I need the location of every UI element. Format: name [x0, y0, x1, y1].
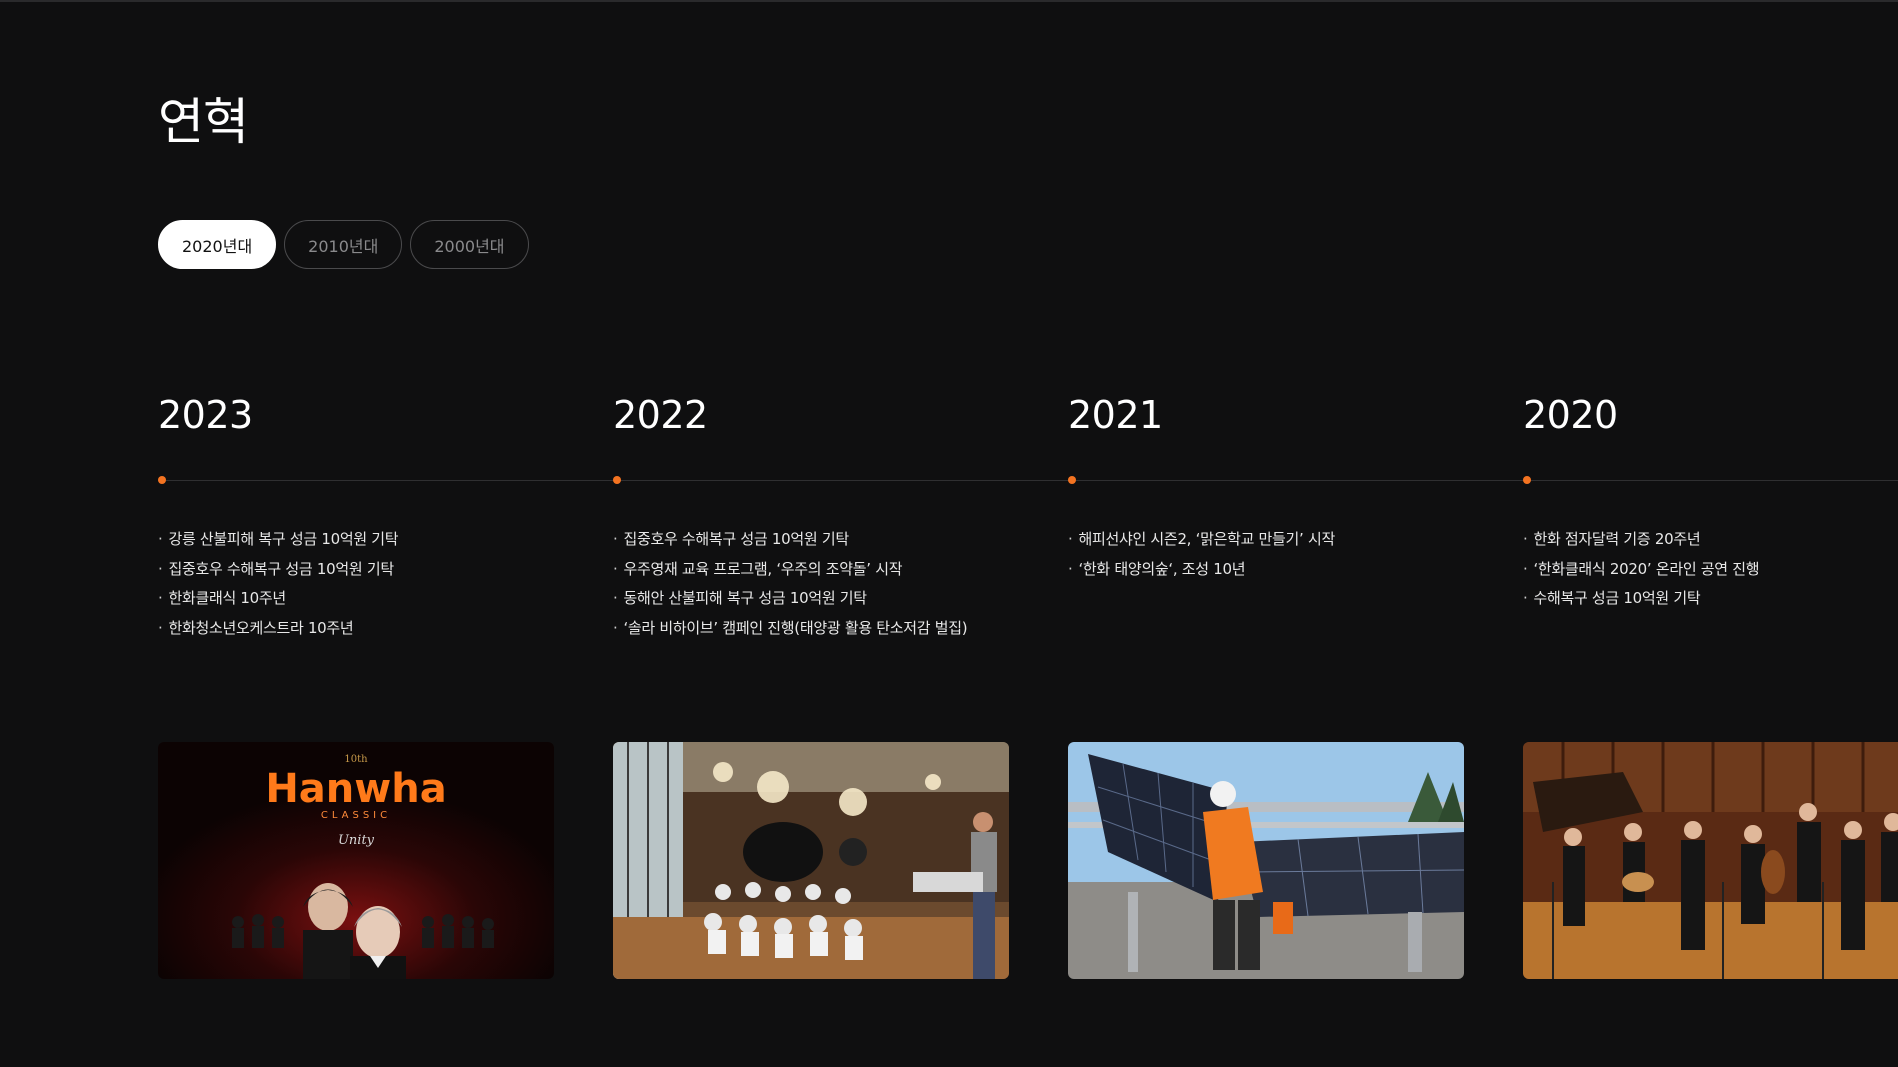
poster-script-text: Unity	[338, 833, 375, 848]
timeline-column-2020: 2020 한화 점자달력 기증 20주년 ‘한화클래식 2020’ 온라인 공연…	[1523, 390, 1898, 1010]
year-label: 2023	[158, 393, 253, 437]
event-list: 강릉 산불피해 복구 성금 10억원 기탁 집중호우 수해복구 성금 10억원 …	[158, 525, 398, 643]
event-item: 한화 점자달력 기증 20주년	[1523, 525, 1759, 555]
event-item: 동해안 산불피해 복구 성금 10억원 기탁	[613, 584, 967, 614]
poster-badge-text: 10th	[344, 754, 368, 765]
timeline-column-2023: 2023 강릉 산불피해 복구 성금 10억원 기탁 집중호우 수해복구 성금 …	[158, 390, 554, 1010]
timeline-dot	[613, 476, 621, 484]
top-divider	[0, 0, 1898, 2]
event-list: 해피선샤인 시즌2, ‘맑은학교 만들기’ 시작 ‘한화 태양의숲‘, 조성 1…	[1068, 525, 1335, 584]
year-label: 2021	[1068, 393, 1163, 437]
event-item: ‘한화 태양의숲‘, 조성 10년	[1068, 555, 1335, 585]
timeline-dot	[1068, 476, 1076, 484]
event-item: 수해복구 성금 10억원 기탁	[1523, 584, 1759, 614]
timeline-dot	[1523, 476, 1531, 484]
year-label: 2020	[1523, 393, 1618, 437]
event-item: ‘한화클래식 2020’ 온라인 공연 진행	[1523, 555, 1759, 585]
hanwha-classic-poster-image: 10th Hanwha CLASSIC Unity	[158, 742, 554, 979]
tab-2010s[interactable]: 2010년대	[284, 220, 403, 269]
event-item: ‘솔라 비하이브’ 캠페인 진행(태양광 활용 탄소저감 벌집)	[613, 614, 967, 644]
event-item: 한화청소년오케스트라 10주년	[158, 614, 398, 644]
history-page: 연혁 2020년대 2010년대 2000년대 2023 강릉 산불피해 복구 …	[0, 0, 1898, 1067]
tab-2000s[interactable]: 2000년대	[410, 220, 529, 269]
tab-2020s[interactable]: 2020년대	[158, 220, 277, 269]
event-list: 한화 점자달력 기증 20주년 ‘한화클래식 2020’ 온라인 공연 진행 수…	[1523, 525, 1759, 614]
orchestra-photo-image	[1523, 742, 1898, 979]
event-item: 집중호우 수해복구 성금 10억원 기탁	[613, 525, 967, 555]
timeline-column-2022: 2022 집중호우 수해복구 성금 10억원 기탁 우주영재 교육 프로그램, …	[613, 390, 1009, 1010]
event-item: 해피선샤인 시즌2, ‘맑은학교 만들기’ 시작	[1068, 525, 1335, 555]
event-item: 우주영재 교육 프로그램, ‘우주의 조약돌’ 시작	[613, 555, 967, 585]
event-list: 집중호우 수해복구 성금 10억원 기탁 우주영재 교육 프로그램, ‘우주의 …	[613, 525, 967, 643]
solar-panel-photo-image	[1068, 742, 1464, 979]
event-item: 한화클래식 10주년	[158, 584, 398, 614]
timeline: 2023 강릉 산불피해 복구 성금 10억원 기탁 집중호우 수해복구 성금 …	[158, 390, 1898, 1010]
page-title: 연혁	[158, 93, 249, 151]
decade-tabs: 2020년대 2010년대 2000년대	[158, 220, 529, 269]
classroom-photo-image	[613, 742, 1009, 979]
timeline-dot	[158, 476, 166, 484]
poster-logo-text: Hanwha	[265, 766, 446, 812]
timeline-column-2021: 2021 해피선샤인 시즌2, ‘맑은학교 만들기’ 시작 ‘한화 태양의숲‘,…	[1068, 390, 1464, 1010]
year-label: 2022	[613, 393, 708, 437]
poster-sub-text: CLASSIC	[321, 810, 391, 821]
event-item: 강릉 산불피해 복구 성금 10억원 기탁	[158, 525, 398, 555]
event-item: 집중호우 수해복구 성금 10억원 기탁	[158, 555, 398, 585]
